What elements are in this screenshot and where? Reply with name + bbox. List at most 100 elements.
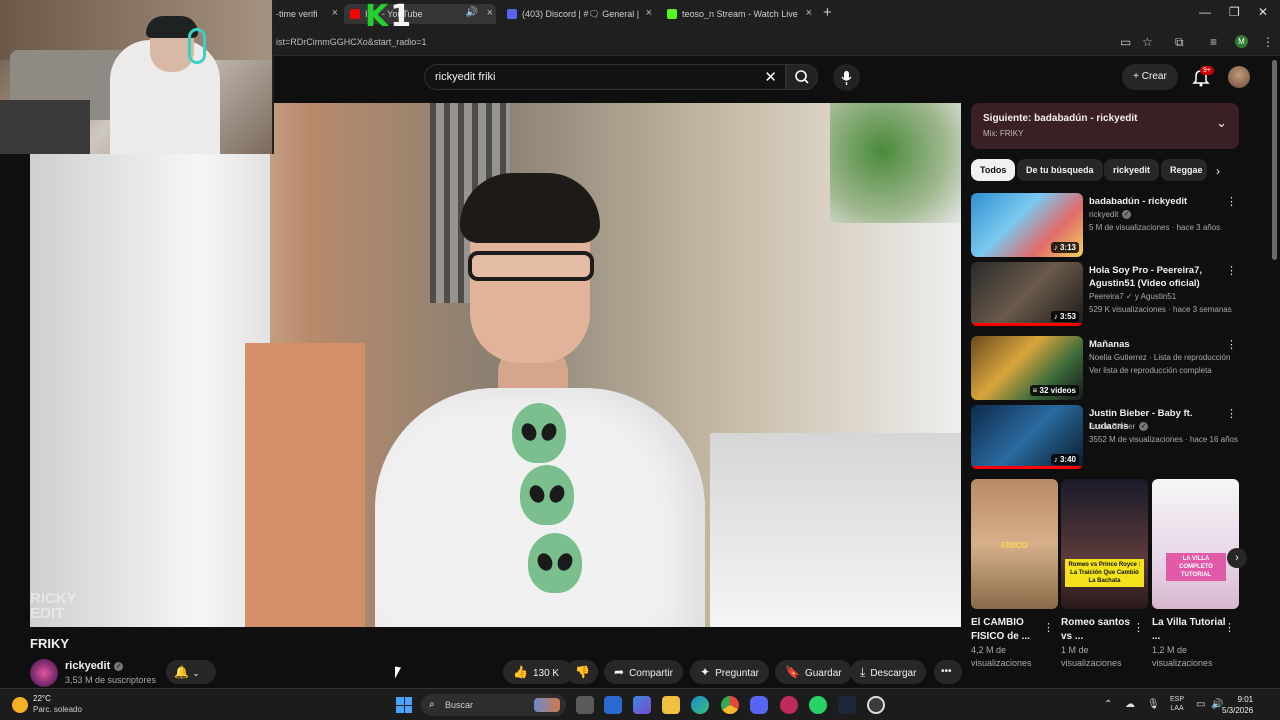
chevron-right-icon[interactable]: › (1216, 164, 1220, 178)
more-vertical-icon[interactable]: ⋮ (1226, 407, 1237, 420)
cast-icon[interactable]: ▭ (1120, 35, 1131, 49)
voice-search-button[interactable] (833, 64, 860, 91)
speaker-icon[interactable]: 🔊 (466, 7, 478, 18)
short-title[interactable]: Romeo santos vs ... (1061, 616, 1141, 644)
logo-one: 1 (390, 0, 414, 34)
discord-icon[interactable] (750, 696, 768, 714)
share-button[interactable]: ➦ Compartir (604, 660, 683, 684)
ask-button[interactable]: ✦ Preguntar (690, 660, 769, 684)
restore-icon[interactable]: ❐ (1229, 5, 1240, 19)
short-title[interactable]: El CAMBIO FISICO de ... (971, 616, 1051, 644)
recommendation-playlist[interactable]: ≡ 32 videos Mañanas Noelia Gutierrez · L… (971, 336, 1239, 400)
system-clock[interactable]: 9:01 5/3/2026 (1222, 694, 1253, 716)
more-vertical-icon[interactable]: ⋮ (1043, 621, 1054, 634)
chip-rickyedit[interactable]: rickyedit (1104, 159, 1160, 181)
short-thumbnail[interactable]: LA VILLA COMPLETO TUTORIAL (1152, 479, 1239, 609)
bookmark-star-icon[interactable]: ☆ (1142, 35, 1153, 49)
short-overlay-text: LA VILLA COMPLETO TUTORIAL (1166, 553, 1226, 581)
url-field[interactable]: ist=RDrCimmGGHCXo&start_radio=1 (276, 37, 427, 47)
recommendation-title[interactable]: badabadún - rickyedit (1089, 195, 1225, 208)
more-vertical-icon[interactable]: ⋮ (1133, 621, 1144, 634)
more-vertical-icon[interactable]: ⋮ (1224, 621, 1235, 634)
steam-icon[interactable] (838, 696, 856, 714)
recommendation-title[interactable]: Mañanas (1089, 338, 1225, 351)
short-caption[interactable]: El CAMBIO FISICO de ... 4,2 M de visuali… (971, 616, 1051, 670)
short-thumbnail[interactable]: Romeo vs Prince Royce : La Traición Que … (1061, 479, 1148, 609)
short-caption[interactable]: La Villa Tutorial ... 1,2 M de visualiza… (1152, 616, 1232, 670)
network-icon[interactable]: ▭ (1196, 699, 1205, 710)
short-caption[interactable]: Romeo santos vs ... 1 M de visualizacion… (1061, 616, 1141, 670)
search-input[interactable]: rickyedit friki (435, 71, 496, 83)
search-box[interactable]: rickyedit friki ✕ (424, 64, 786, 90)
tab-kick[interactable]: teoso_n Stream - Watch Live o × (667, 4, 812, 24)
channel-name[interactable]: rickyedit ✓ (65, 660, 124, 672)
task-view-icon[interactable] (576, 696, 594, 714)
chrome-icon[interactable] (721, 696, 739, 714)
chevron-up-icon[interactable]: ⌃ (1104, 699, 1112, 710)
recommendation-title[interactable]: Hola Soy Pro - Peereira7, Agustin51 (Vid… (1089, 264, 1225, 290)
dislike-button[interactable]: 👎 (566, 660, 598, 684)
weather-condition[interactable]: Parc. soleado (33, 705, 82, 714)
browser-menu-icon[interactable]: ⋮ (1262, 35, 1274, 49)
chip-from-search[interactable]: De tu búsqueda (1017, 159, 1103, 181)
channel-name-text[interactable]: rickyedit (65, 660, 110, 672)
close-icon[interactable]: × (487, 7, 493, 19)
more-vertical-icon[interactable]: ⋮ (1226, 264, 1237, 277)
more-vertical-icon[interactable]: ⋮ (1226, 338, 1237, 351)
microsoft-store-icon[interactable] (604, 696, 622, 714)
close-icon[interactable]: × (806, 7, 812, 19)
media-controls-icon[interactable]: ≡ (1210, 35, 1217, 49)
app-icon[interactable] (780, 696, 798, 714)
new-tab-button[interactable]: + (823, 4, 832, 21)
extensions-icon[interactable]: ⧉ (1175, 35, 1184, 50)
whatsapp-icon[interactable] (809, 696, 827, 714)
short-title[interactable]: La Villa Tutorial ... (1152, 616, 1232, 644)
create-button[interactable]: + Crear (1122, 64, 1178, 90)
cloud-icon[interactable]: ☁ (1125, 699, 1135, 710)
save-button[interactable]: 🔖 Guardar (775, 660, 852, 684)
short-thumbnail[interactable]: FÍSICO (971, 479, 1058, 609)
page-scrollbar[interactable] (1272, 60, 1277, 260)
more-vertical-icon[interactable]: ⋮ (1226, 195, 1237, 208)
tab-time-verifier[interactable]: -time verifi × (276, 4, 338, 24)
close-icon[interactable]: × (332, 7, 338, 19)
browser-profile-avatar[interactable]: M (1235, 35, 1248, 48)
recommendation-item[interactable]: ♪ 3:40 Justin Bieber - Baby ft. Ludacris… (971, 405, 1239, 469)
video-thumbnail[interactable]: ♪ 3:53 (971, 262, 1083, 326)
chevron-down-icon[interactable]: ⌄ (1216, 115, 1227, 131)
recommendation-item[interactable]: ♪ 3:13 badabadún - rickyedit rickyedit ✓ … (971, 193, 1239, 257)
close-icon[interactable]: × (646, 7, 652, 19)
microphone-icon[interactable]: 🎙 (1147, 699, 1160, 710)
shorts-next-button[interactable]: › (1227, 548, 1247, 568)
close-window-icon[interactable]: ✕ (1258, 5, 1268, 19)
like-button[interactable]: 👍 130 K (503, 660, 573, 684)
clear-search-icon[interactable]: ✕ (764, 68, 777, 86)
up-next-panel[interactable]: Siguiente: badabadún - rickyedit Mix: FR… (971, 103, 1239, 149)
github-icon[interactable] (867, 696, 885, 714)
channel-avatar[interactable] (30, 659, 58, 687)
chip-reggae[interactable]: Reggae (1161, 159, 1207, 181)
account-avatar[interactable] (1228, 66, 1250, 88)
file-explorer-icon[interactable] (662, 696, 680, 714)
edge-icon[interactable] (691, 696, 709, 714)
video-thumbnail[interactable]: ♪ 3:40 (971, 405, 1083, 469)
more-actions-button[interactable]: ••• (934, 660, 962, 684)
language-indicator[interactable]: ESP LAA (1170, 695, 1184, 713)
sun-icon[interactable] (12, 697, 28, 713)
tab-discord[interactable]: (403) Discord | #🗨 General | × (507, 4, 652, 24)
view-full-playlist-link[interactable]: Ver lista de reproducción completa (1089, 366, 1212, 375)
subscription-bell-button[interactable]: 🔔 ⌄ (166, 660, 216, 684)
search-button[interactable] (786, 64, 818, 90)
video-thumbnail[interactable]: ♪ 3:13 (971, 193, 1083, 257)
recommendation-item[interactable]: ♪ 3:53 Hola Soy Pro - Peereira7, Agustin… (971, 262, 1239, 326)
download-button[interactable]: ⤓ Descargar (850, 660, 927, 684)
windows-start-icon[interactable] (396, 697, 412, 713)
chip-all[interactable]: Todos (971, 159, 1016, 181)
duration-text: 3:13 (1059, 243, 1076, 252)
playlist-thumbnail[interactable]: ≡ 32 videos (971, 336, 1083, 400)
widgets-icon[interactable] (633, 696, 651, 714)
temperature[interactable]: 22°C (33, 694, 51, 703)
video-player[interactable]: RICKY EDIT (30, 103, 961, 627)
taskbar-search[interactable]: ⌕ Buscar (421, 694, 566, 716)
minimize-icon[interactable]: — (1199, 5, 1211, 19)
